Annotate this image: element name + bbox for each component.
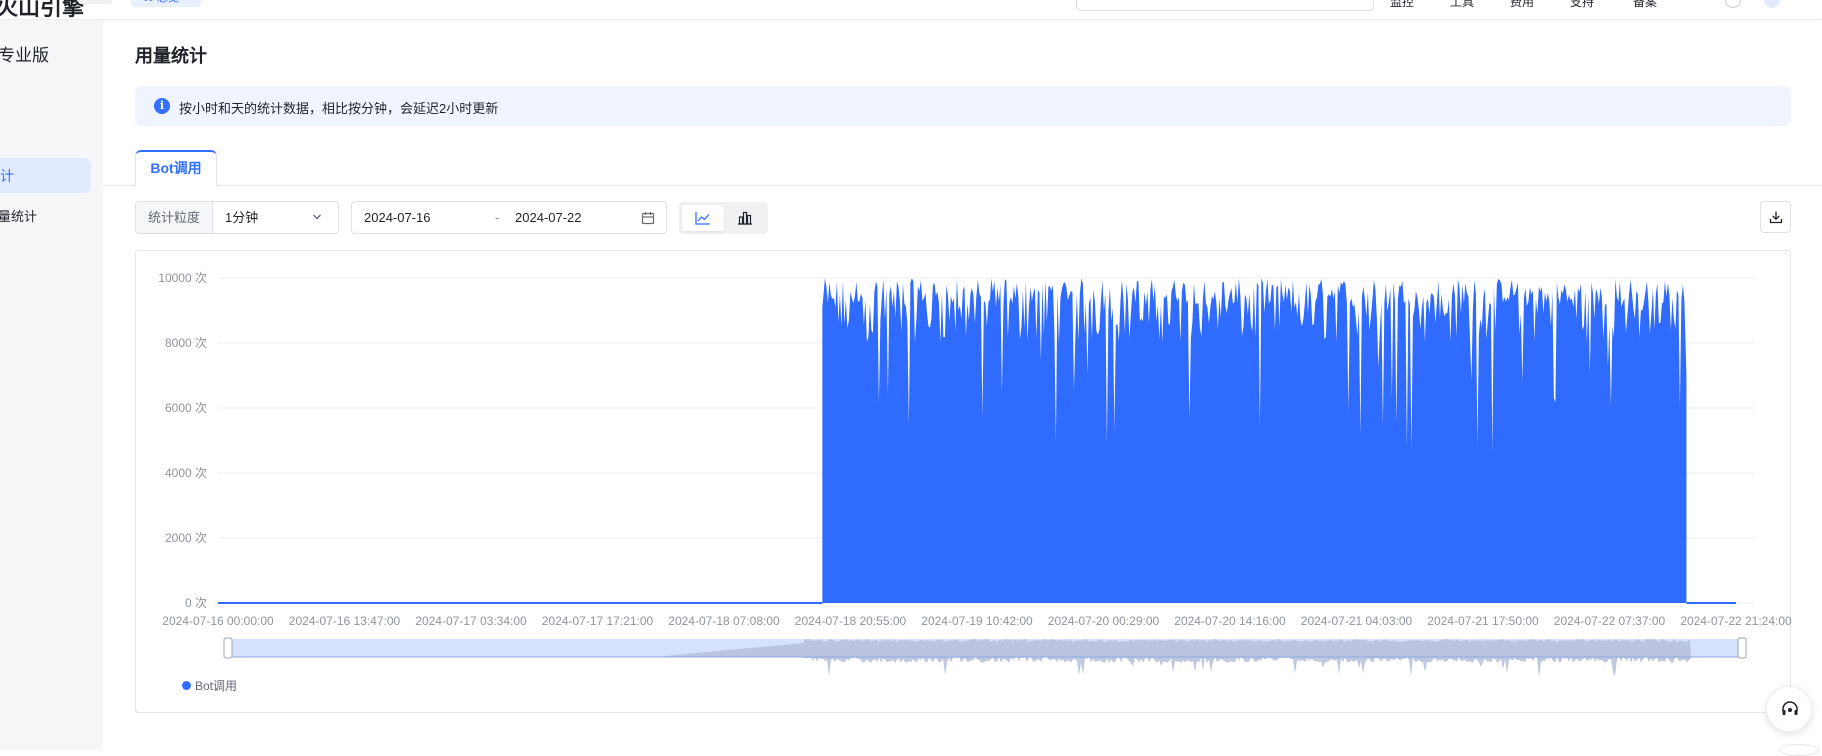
y-tick-label: 0 次 xyxy=(185,596,207,610)
bar-view-button[interactable] xyxy=(724,205,766,231)
download-button[interactable] xyxy=(1760,201,1791,233)
y-tick-label: 10000 次 xyxy=(158,271,207,285)
x-tick-label: 2024-07-21 17:50:00 xyxy=(1427,614,1539,628)
top-nav-item[interactable]: 支持 xyxy=(1570,0,1594,10)
x-tick-label: 2024-07-19 10:42:00 xyxy=(921,614,1033,628)
date-range-picker[interactable]: 2024-07-16 - 2024-07-22 xyxy=(351,201,667,234)
chart-legend[interactable]: Bot调用 xyxy=(182,677,237,694)
chevron-down-icon[interactable] xyxy=(312,212,322,222)
series-area-bot-calls[interactable] xyxy=(822,278,1687,603)
download-icon xyxy=(1769,211,1783,224)
x-tick-label: 2024-07-20 14:16:00 xyxy=(1174,614,1286,628)
x-tick-label: 2024-07-18 20:55:00 xyxy=(795,614,907,628)
x-tick-label: 2024-07-22 21:24:00 xyxy=(1680,614,1792,628)
top-nav-item[interactable]: 监控 xyxy=(1390,0,1414,10)
info-icon: i xyxy=(154,98,170,114)
x-tick-label: 2024-07-16 13:47:00 xyxy=(289,614,401,628)
notification-icon[interactable] xyxy=(1725,0,1741,8)
brand-badge xyxy=(78,0,112,4)
usage-chart[interactable]: 0 次 2000 次 4000 次 6000 次 8000 次 10000 次 2024-… xyxy=(136,251,1792,714)
chart-view-switch xyxy=(679,202,768,234)
x-tick-label: 2024-07-21 04:03:00 xyxy=(1301,614,1413,628)
page-title: 用量统计 xyxy=(135,46,207,66)
overview-tag[interactable]: ⌘ 总览 xyxy=(131,0,201,7)
zoom-slider-preview xyxy=(656,639,1691,678)
zoom-handle-right[interactable] xyxy=(1737,637,1747,659)
date-start-input[interactable]: 2024-07-16 xyxy=(364,202,431,233)
headset-icon xyxy=(1782,701,1798,715)
y-tick-label: 4000 次 xyxy=(165,466,207,480)
y-tick-label: 6000 次 xyxy=(165,401,207,415)
zoom-slider[interactable] xyxy=(223,637,1747,678)
line-view-button[interactable] xyxy=(682,205,724,231)
bar-chart-icon xyxy=(738,211,752,225)
x-tick-label: 2024-07-17 17:21:00 xyxy=(542,614,654,628)
zoom-handle-left[interactable] xyxy=(223,637,233,659)
granularity-label: 统计粒度 xyxy=(136,202,213,233)
usage-chart-card: 0 次 2000 次 4000 次 6000 次 8000 次 10000 次 2024-… xyxy=(135,250,1792,714)
brand-logo[interactable]: 火山引擎 xyxy=(0,0,84,22)
secondary-float-button[interactable] xyxy=(1779,744,1819,756)
top-nav-item[interactable]: 费用 xyxy=(1510,0,1534,10)
line-chart-icon xyxy=(695,212,710,225)
y-tick-label: 2000 次 xyxy=(165,531,207,545)
date-separator: - xyxy=(495,210,500,225)
customer-service-button[interactable] xyxy=(1766,686,1812,732)
y-tick-label: 8000 次 xyxy=(165,336,207,350)
tab-bot-calls[interactable]: Bot调用 xyxy=(135,150,217,186)
top-navigation-bar: 火山引擎 ⌘ 总览 监控 工具 费用 支持 备案 xyxy=(0,0,1822,20)
top-nav-item[interactable]: 工具 xyxy=(1450,0,1474,10)
granularity-select[interactable]: 统计粒度 1分钟 xyxy=(135,201,339,234)
sidebar-item-usage-stats[interactable]: 量统计 xyxy=(0,206,37,225)
avatar[interactable] xyxy=(1764,0,1780,8)
tab-divider xyxy=(103,185,1822,186)
x-tick-label: 2024-07-22 07:37:00 xyxy=(1554,614,1666,628)
sidebar-background xyxy=(0,20,103,750)
x-tick-label: 2024-07-20 00:29:00 xyxy=(1048,614,1160,628)
calendar-icon[interactable] xyxy=(641,211,655,225)
legend-label[interactable]: Bot调用 xyxy=(195,679,237,693)
x-tick-label: 2024-07-18 07:08:00 xyxy=(668,614,780,628)
info-notice: i 按小时和天的统计数据，相比按分钟，会延迟2小时更新 xyxy=(135,86,1791,126)
legend-dot xyxy=(182,681,191,690)
top-search-input[interactable] xyxy=(1076,0,1374,11)
top-nav-item[interactable]: 备案 xyxy=(1633,0,1657,10)
date-end-input[interactable]: 2024-07-22 xyxy=(515,202,582,233)
sidebar-item-label[interactable]: 计 xyxy=(0,166,14,186)
x-tick-label: 2024-07-16 00:00:00 xyxy=(162,614,274,628)
granularity-value[interactable]: 1分钟 xyxy=(225,202,258,233)
x-tick-label: 2024-07-17 03:34:00 xyxy=(415,614,527,628)
notice-text: 按小时和天的统计数据，相比按分钟，会延迟2小时更新 xyxy=(179,101,499,116)
sidebar-edition-label: 专业版 xyxy=(0,46,49,65)
